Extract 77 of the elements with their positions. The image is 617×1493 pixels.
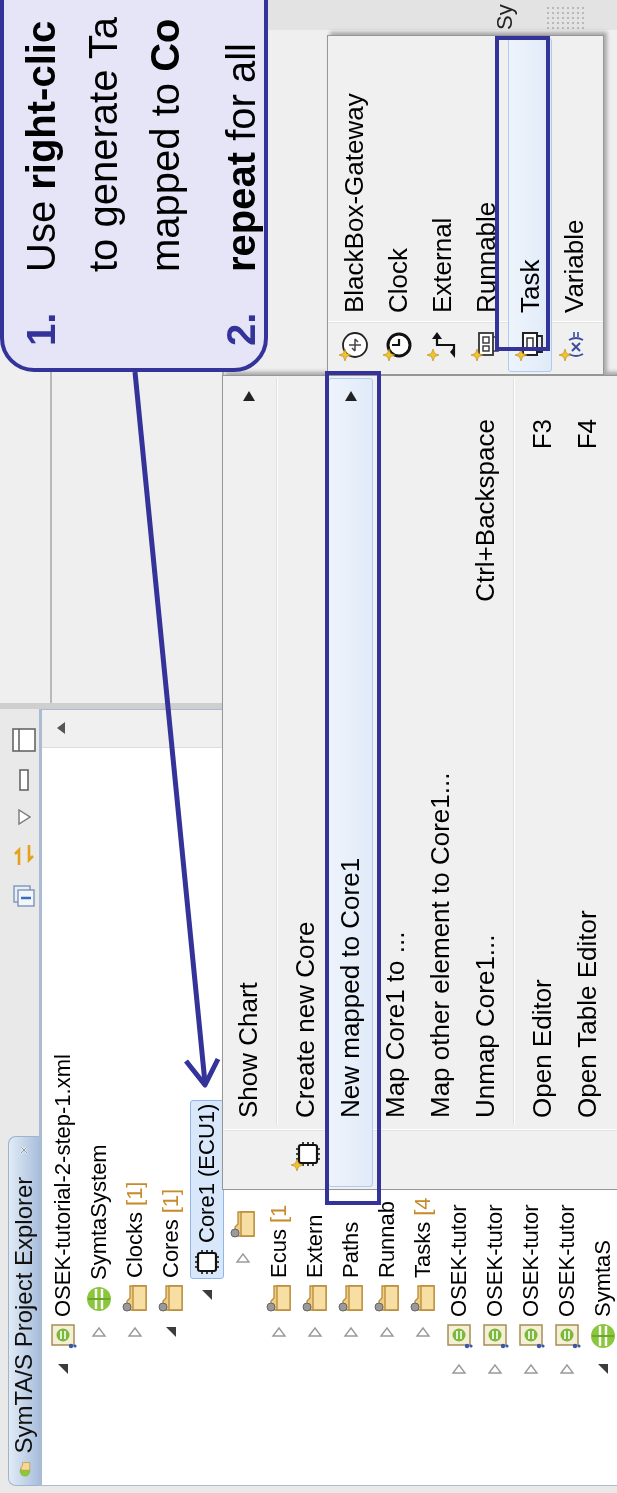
instruction-text: to generate Ta [80, 16, 126, 272]
menu-item[interactable]: Map Core1 to ... [373, 378, 418, 1187]
gateway-icon [339, 331, 369, 361]
column-header: Sy [492, 4, 518, 30]
clock-icon [383, 331, 413, 361]
instruction-text: mapped to Co [142, 17, 188, 272]
step-number: 2. [218, 311, 264, 346]
block-icon [471, 331, 501, 361]
tree-item[interactable]: OSEK-tutor [442, 1200, 476, 1353]
menu-item[interactable]: New mapped to Core1 [328, 378, 373, 1187]
menu-item[interactable]: Create new Core [283, 378, 328, 1187]
folder-icon [409, 1283, 437, 1313]
collapsed-arrow-icon[interactable] [307, 1324, 323, 1340]
chip-icon [193, 1248, 221, 1276]
collapsed-arrow-icon[interactable] [415, 1324, 431, 1340]
collapsed-arrow-icon[interactable] [343, 1324, 359, 1340]
tree-item[interactable]: SymtaS [586, 1235, 617, 1353]
collapse-all-icon[interactable] [10, 883, 37, 909]
tree-item[interactable]: OSEK-tutor [514, 1200, 548, 1353]
maximize-icon[interactable] [10, 727, 37, 753]
block-icon [515, 331, 545, 361]
menu-item[interactable]: Unmap Core1... Ctrl+Backspace [463, 378, 508, 1187]
collapsed-arrow-icon[interactable] [235, 1250, 251, 1266]
collapsed-arrow-icon[interactable] [559, 1361, 575, 1377]
tree-item[interactable]: Clocks [1] [118, 1177, 152, 1316]
instruction-text: repeat for all [218, 43, 264, 272]
collapsed-arrow-icon[interactable] [127, 1324, 143, 1340]
folder-icon [373, 1283, 401, 1313]
instruction-text: Use right-clic [18, 19, 64, 272]
collapsed-arrow-icon[interactable] [379, 1324, 395, 1340]
tree-item[interactable]: OSEK-tutor [478, 1200, 512, 1353]
menu-item[interactable]: Map other element to Core1... [418, 378, 463, 1187]
tree-item[interactable]: Paths [334, 1217, 368, 1316]
chip-icon [290, 1141, 321, 1171]
tree-item[interactable]: Runnab [370, 1196, 404, 1316]
menu-item[interactable]: Show Chart [226, 378, 271, 1187]
menu-item[interactable]: Task [508, 38, 552, 372]
tree-item[interactable]: Cores [1] [154, 1184, 188, 1316]
menu-item[interactable]: Open Editor F3 [520, 378, 565, 1187]
tree-item[interactable]: Ecus [1 [262, 1200, 296, 1316]
menu-item[interactable]: BlackBox-Gateway [332, 38, 376, 372]
menu-item[interactable]: Clock [376, 38, 420, 372]
tree-item[interactable]: Core1 (ECU1) [190, 1099, 224, 1279]
menu-item[interactable]: Open Table Editor F4 [565, 378, 610, 1187]
view-title: SymTA/S Project Explorer [10, 1176, 38, 1454]
menu-item[interactable]: Variable [552, 38, 596, 372]
document-icon [49, 1322, 77, 1350]
tree-item[interactable]: SymtaSystem [82, 1140, 116, 1316]
folder-icon [157, 1283, 185, 1313]
menu-item[interactable]: External [420, 38, 464, 372]
logo-icon [85, 1285, 113, 1313]
minimize-icon[interactable] [16, 768, 31, 792]
view-tab[interactable]: SymTA/S Project Explorer [8, 1136, 39, 1486]
collapsed-arrow-icon[interactable] [91, 1324, 107, 1340]
document-icon [553, 1322, 581, 1350]
collapsed-arrow-icon[interactable] [523, 1361, 539, 1377]
tree-item[interactable]: Extern [298, 1210, 332, 1316]
collapsed-arrow-icon[interactable] [487, 1361, 503, 1377]
tree-item[interactable]: OSEK-tutor [550, 1200, 584, 1353]
step-number: 1. [18, 311, 64, 346]
document-icon [517, 1322, 545, 1350]
step-arrow-icon [427, 331, 457, 361]
document-icon [481, 1322, 509, 1350]
folder-icon [121, 1283, 149, 1313]
collapsed-arrow-icon[interactable] [271, 1324, 287, 1340]
shortcut-label: F4 [572, 419, 603, 450]
collapsed-arrow-icon[interactable] [451, 1361, 467, 1377]
folder-icon [337, 1283, 365, 1313]
tree-item[interactable]: Tasks [4 [406, 1193, 440, 1316]
document-icon [445, 1322, 473, 1350]
folder-icon [301, 1283, 329, 1313]
folder-icon [265, 1283, 293, 1313]
menu-item[interactable]: Runnable [464, 38, 508, 372]
folder-icon [229, 1209, 257, 1239]
shortcut-label: Ctrl+Backspace [470, 419, 501, 602]
tree-item[interactable]: OSEK-tutorial-2-step-1.xml [46, 1050, 80, 1353]
shortcut-label: F3 [527, 419, 558, 450]
